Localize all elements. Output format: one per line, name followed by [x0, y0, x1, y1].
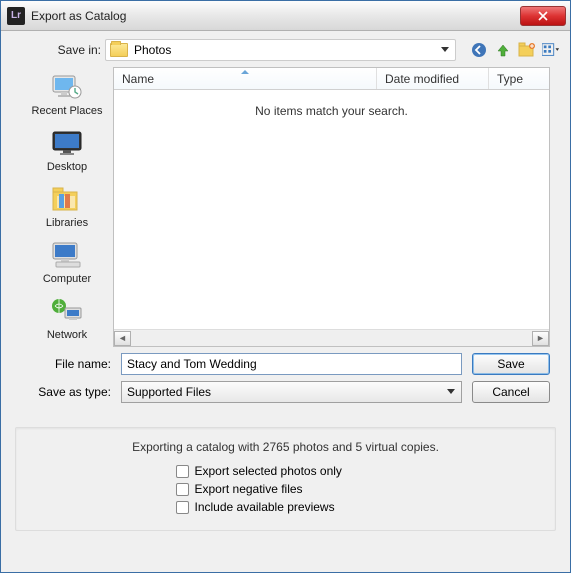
chevron-down-icon [447, 389, 455, 394]
label-selected-only[interactable]: Export selected photos only [195, 464, 342, 478]
folder-icon [110, 43, 128, 57]
checkbox-include-previews[interactable] [176, 501, 189, 514]
new-folder-icon [518, 42, 536, 58]
export-summary: Exporting a catalog with 2765 photos and… [36, 440, 535, 454]
cancel-button[interactable]: Cancel [472, 381, 550, 403]
save-in-combo[interactable]: Photos [105, 39, 456, 61]
save-in-label: Save in: [11, 43, 101, 57]
checkbox-negative-files[interactable] [176, 483, 189, 496]
label-negative-files[interactable]: Export negative files [195, 482, 303, 496]
computer-icon [49, 239, 85, 271]
recent-places-icon [49, 71, 85, 103]
scroll-track[interactable] [131, 331, 532, 346]
place-desktop[interactable]: Desktop [21, 125, 113, 175]
back-button[interactable] [470, 41, 488, 59]
scroll-left-button[interactable]: ◄ [114, 331, 131, 346]
sort-ascending-icon [241, 70, 249, 74]
column-name[interactable]: Name [114, 68, 377, 89]
label-include-previews[interactable]: Include available previews [195, 500, 335, 514]
view-menu-button[interactable] [542, 41, 560, 59]
save-in-value: Photos [134, 43, 171, 57]
chevron-down-icon [441, 47, 449, 52]
savetype-combo[interactable]: Supported Files [121, 381, 462, 403]
place-recent[interactable]: Recent Places [21, 69, 113, 119]
savetype-label: Save as type: [21, 385, 111, 399]
up-button[interactable] [494, 41, 512, 59]
scroll-right-button[interactable]: ► [532, 331, 549, 346]
export-options-panel: Exporting a catalog with 2765 photos and… [15, 427, 556, 531]
app-icon: Lr [7, 7, 25, 25]
view-menu-icon [542, 42, 560, 58]
place-network[interactable]: Network [21, 293, 113, 343]
desktop-icon [49, 127, 85, 159]
filename-label: File name: [21, 357, 111, 371]
column-type[interactable]: Type [489, 68, 549, 89]
close-icon [538, 11, 548, 21]
export-catalog-dialog: Lr Export as Catalog Save in: Photos [0, 0, 571, 573]
filename-input[interactable] [121, 353, 462, 375]
empty-list-message: No items match your search. [255, 104, 408, 329]
horizontal-scrollbar[interactable]: ◄ ► [114, 329, 549, 346]
libraries-icon [49, 183, 85, 215]
titlebar: Lr Export as Catalog [1, 1, 570, 31]
file-list: Name Date modified Type No items match y… [113, 67, 550, 347]
up-arrow-icon [495, 42, 511, 58]
back-arrow-icon [471, 42, 487, 58]
places-sidebar: Recent Places Desktop Libraries [21, 67, 113, 347]
file-list-body[interactable]: No items match your search. [114, 90, 549, 329]
save-button[interactable]: Save [472, 353, 550, 375]
window-title: Export as Catalog [31, 9, 126, 23]
new-folder-button[interactable] [518, 41, 536, 59]
network-icon [49, 295, 85, 327]
place-computer[interactable]: Computer [21, 237, 113, 287]
checkbox-selected-only[interactable] [176, 465, 189, 478]
column-date-modified[interactable]: Date modified [377, 68, 489, 89]
close-button[interactable] [520, 6, 566, 26]
place-libraries[interactable]: Libraries [21, 181, 113, 231]
